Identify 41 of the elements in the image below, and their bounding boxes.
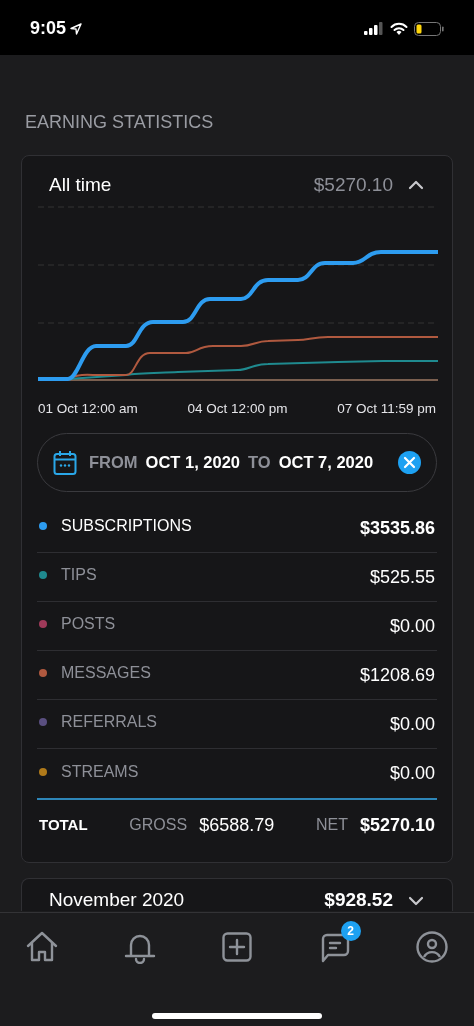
category-label[interactable]: REFERRALS <box>61 710 158 735</box>
card-title: November 2020 <box>49 888 185 912</box>
category-amount: $0.00 <box>389 762 435 786</box>
net-label: NET <box>315 815 348 836</box>
card-amount: $928.52 <box>324 888 393 912</box>
axis-label: 07 Oct 11:59 pm <box>337 400 436 418</box>
home-icon[interactable] <box>25 931 59 963</box>
category-amount: $1208.69 <box>359 663 435 687</box>
category-amount: $3535.86 <box>359 516 435 540</box>
to-label: TO <box>248 452 271 474</box>
from-date: OCT 1, 2020 <box>145 452 241 474</box>
card-amount: $5270.10 <box>313 172 393 197</box>
category-amount: $0.00 <box>389 614 435 638</box>
profile-icon[interactable] <box>416 931 448 963</box>
axis-label: 01 Oct 12:00 am <box>38 400 138 418</box>
status-time: 9:05 <box>30 17 67 40</box>
category-label[interactable]: STREAMS <box>61 759 139 784</box>
category-label[interactable]: POSTS <box>61 612 116 637</box>
category-label[interactable]: MESSAGES <box>61 661 151 686</box>
signal-icon <box>364 22 384 35</box>
card-title: All time <box>49 172 112 197</box>
net-amount: $5270.10 <box>359 813 435 837</box>
section-title: EARNING STATISTICS <box>24 111 215 134</box>
wifi-icon <box>390 22 408 35</box>
month-card[interactable]: November 2020 $928.52 <box>21 878 453 912</box>
notification-badge: 2 <box>340 921 361 941</box>
gross-label: GROSS <box>129 815 188 836</box>
category-label[interactable]: SUBSCRIPTIONS <box>61 514 192 539</box>
clear-icon[interactable] <box>398 451 421 475</box>
battery-icon <box>414 21 444 36</box>
total-label: TOTAL <box>39 815 88 835</box>
category-label[interactable]: TIPS <box>61 563 97 588</box>
axis-label: 04 Oct 12:00 pm <box>187 400 288 418</box>
gross-amount: $6588.79 <box>199 813 275 837</box>
location-arrow-icon <box>70 22 83 35</box>
to-date: OCT 7, 2020 <box>278 452 374 474</box>
category-amount: $525.55 <box>369 565 435 589</box>
calendar-icon <box>53 449 77 476</box>
category-amount: $0.00 <box>389 712 435 736</box>
add-icon[interactable] <box>222 932 252 962</box>
from-label: FROM <box>89 452 138 474</box>
